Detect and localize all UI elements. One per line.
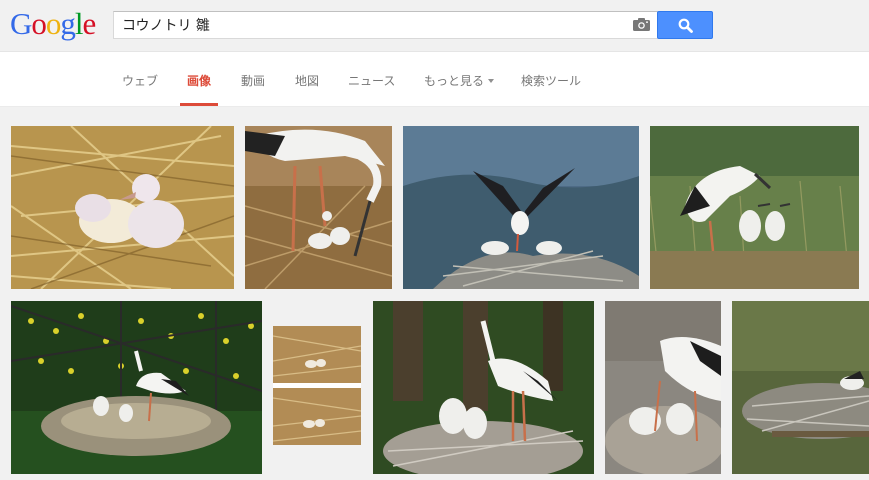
- tab-images[interactable]: 画像: [179, 72, 219, 107]
- image-result[interactable]: [605, 301, 721, 474]
- tab-news[interactable]: ニュース: [348, 72, 395, 107]
- image-result[interactable]: [650, 126, 859, 289]
- result-thumbnail: [403, 126, 639, 289]
- search-box[interactable]: [113, 11, 658, 39]
- image-result[interactable]: [373, 301, 594, 474]
- image-results-grid: [0, 107, 869, 480]
- image-result[interactable]: [11, 301, 262, 474]
- image-result[interactable]: [403, 126, 639, 289]
- result-thumbnail: [11, 301, 262, 474]
- top-bar: Google: [0, 0, 869, 52]
- image-result[interactable]: [732, 301, 869, 474]
- tab-more[interactable]: もっと見る: [424, 72, 495, 107]
- logo-letter: o: [31, 6, 46, 41]
- chevron-down-icon: [488, 79, 495, 83]
- result-thumbnail: [273, 326, 361, 445]
- image-result[interactable]: [245, 126, 392, 289]
- image-result[interactable]: [273, 326, 361, 445]
- logo-letter: e: [82, 6, 97, 41]
- tab-maps[interactable]: 地図: [295, 72, 319, 107]
- camera-icon[interactable]: [633, 18, 650, 31]
- tab-more-label: もっと見る: [424, 74, 485, 88]
- result-thumbnail: [373, 301, 594, 474]
- google-logo[interactable]: Google: [10, 6, 97, 42]
- tab-search-tools[interactable]: 検索ツール: [521, 72, 581, 107]
- tab-web[interactable]: ウェブ: [122, 72, 158, 107]
- result-thumbnail: [605, 301, 721, 474]
- image-result[interactable]: [11, 126, 234, 289]
- result-thumbnail: [11, 126, 234, 289]
- search-input[interactable]: [122, 15, 622, 35]
- result-thumbnail: [650, 126, 859, 289]
- magnifier-icon: [678, 18, 693, 33]
- search-button[interactable]: [657, 11, 713, 39]
- logo-letter: g: [60, 6, 75, 41]
- search-tabs: ウェブ 画像 動画 地図 ニュース もっと見る 検索ツール: [0, 52, 869, 107]
- tab-videos[interactable]: 動画: [241, 72, 265, 107]
- result-thumbnail: [732, 301, 869, 474]
- logo-letter: G: [10, 6, 32, 41]
- logo-letter: l: [74, 6, 84, 41]
- logo-letter: o: [45, 6, 61, 41]
- result-thumbnail: [245, 126, 392, 289]
